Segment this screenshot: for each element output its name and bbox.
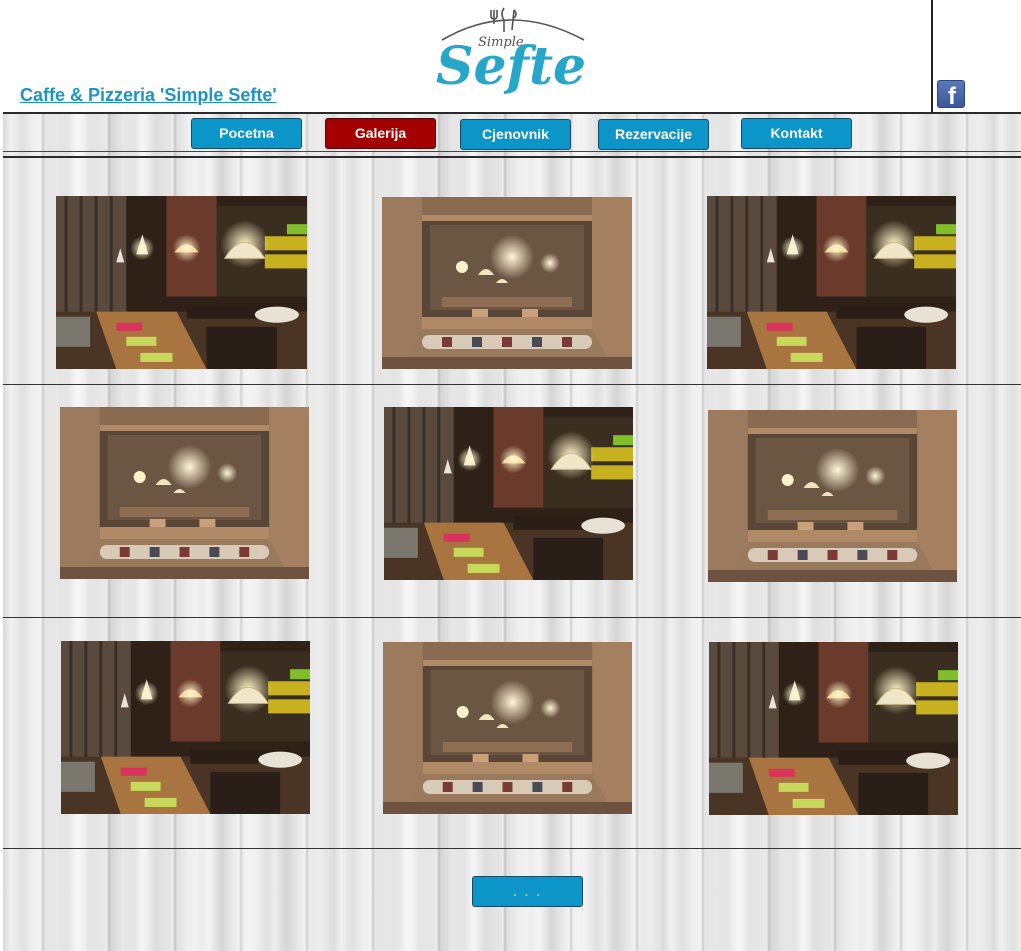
gallery-photo[interactable] (56, 196, 307, 369)
facebook-icon[interactable]: f (937, 80, 965, 110)
site-title-link[interactable]: Caffe & Pizzeria 'Simple Sefte' (20, 85, 277, 106)
site-header: Caffe & Pizzeria 'Simple Sefte' Simple S… (0, 0, 1021, 113)
facebook-glyph: f (948, 83, 956, 110)
gallery-photo[interactable] (709, 642, 958, 815)
gallery-photo[interactable] (384, 407, 633, 580)
header-rule (3, 112, 1021, 114)
logo-main-text: Sefte (436, 36, 586, 97)
gallery-photo[interactable] (382, 197, 632, 369)
gallery-row-divider (3, 384, 1021, 385)
gallery-row-divider (3, 848, 1021, 849)
nav-cjenovnik[interactable]: Cjenovnik (460, 119, 571, 150)
nav-galerija[interactable]: Galerija (325, 118, 436, 149)
nav-rule-top (3, 151, 1021, 152)
site-logo[interactable]: Simple Sefte (434, 2, 586, 102)
nav-rule-bottom (3, 156, 1021, 158)
gallery-photo[interactable] (708, 410, 957, 582)
load-more-button[interactable]: . . . (472, 876, 583, 907)
gallery-photo[interactable] (60, 407, 309, 579)
nav-rezervacije[interactable]: Rezervacije (598, 119, 709, 150)
nav-kontakt[interactable]: Kontakt (741, 118, 852, 149)
gallery-photo[interactable] (707, 196, 956, 369)
nav-pocetna[interactable]: Pocetna (191, 118, 302, 149)
gallery-row-divider (3, 617, 1021, 618)
gallery-photo[interactable] (383, 642, 632, 814)
header-divider (931, 0, 933, 113)
gallery-photo[interactable] (61, 641, 310, 814)
